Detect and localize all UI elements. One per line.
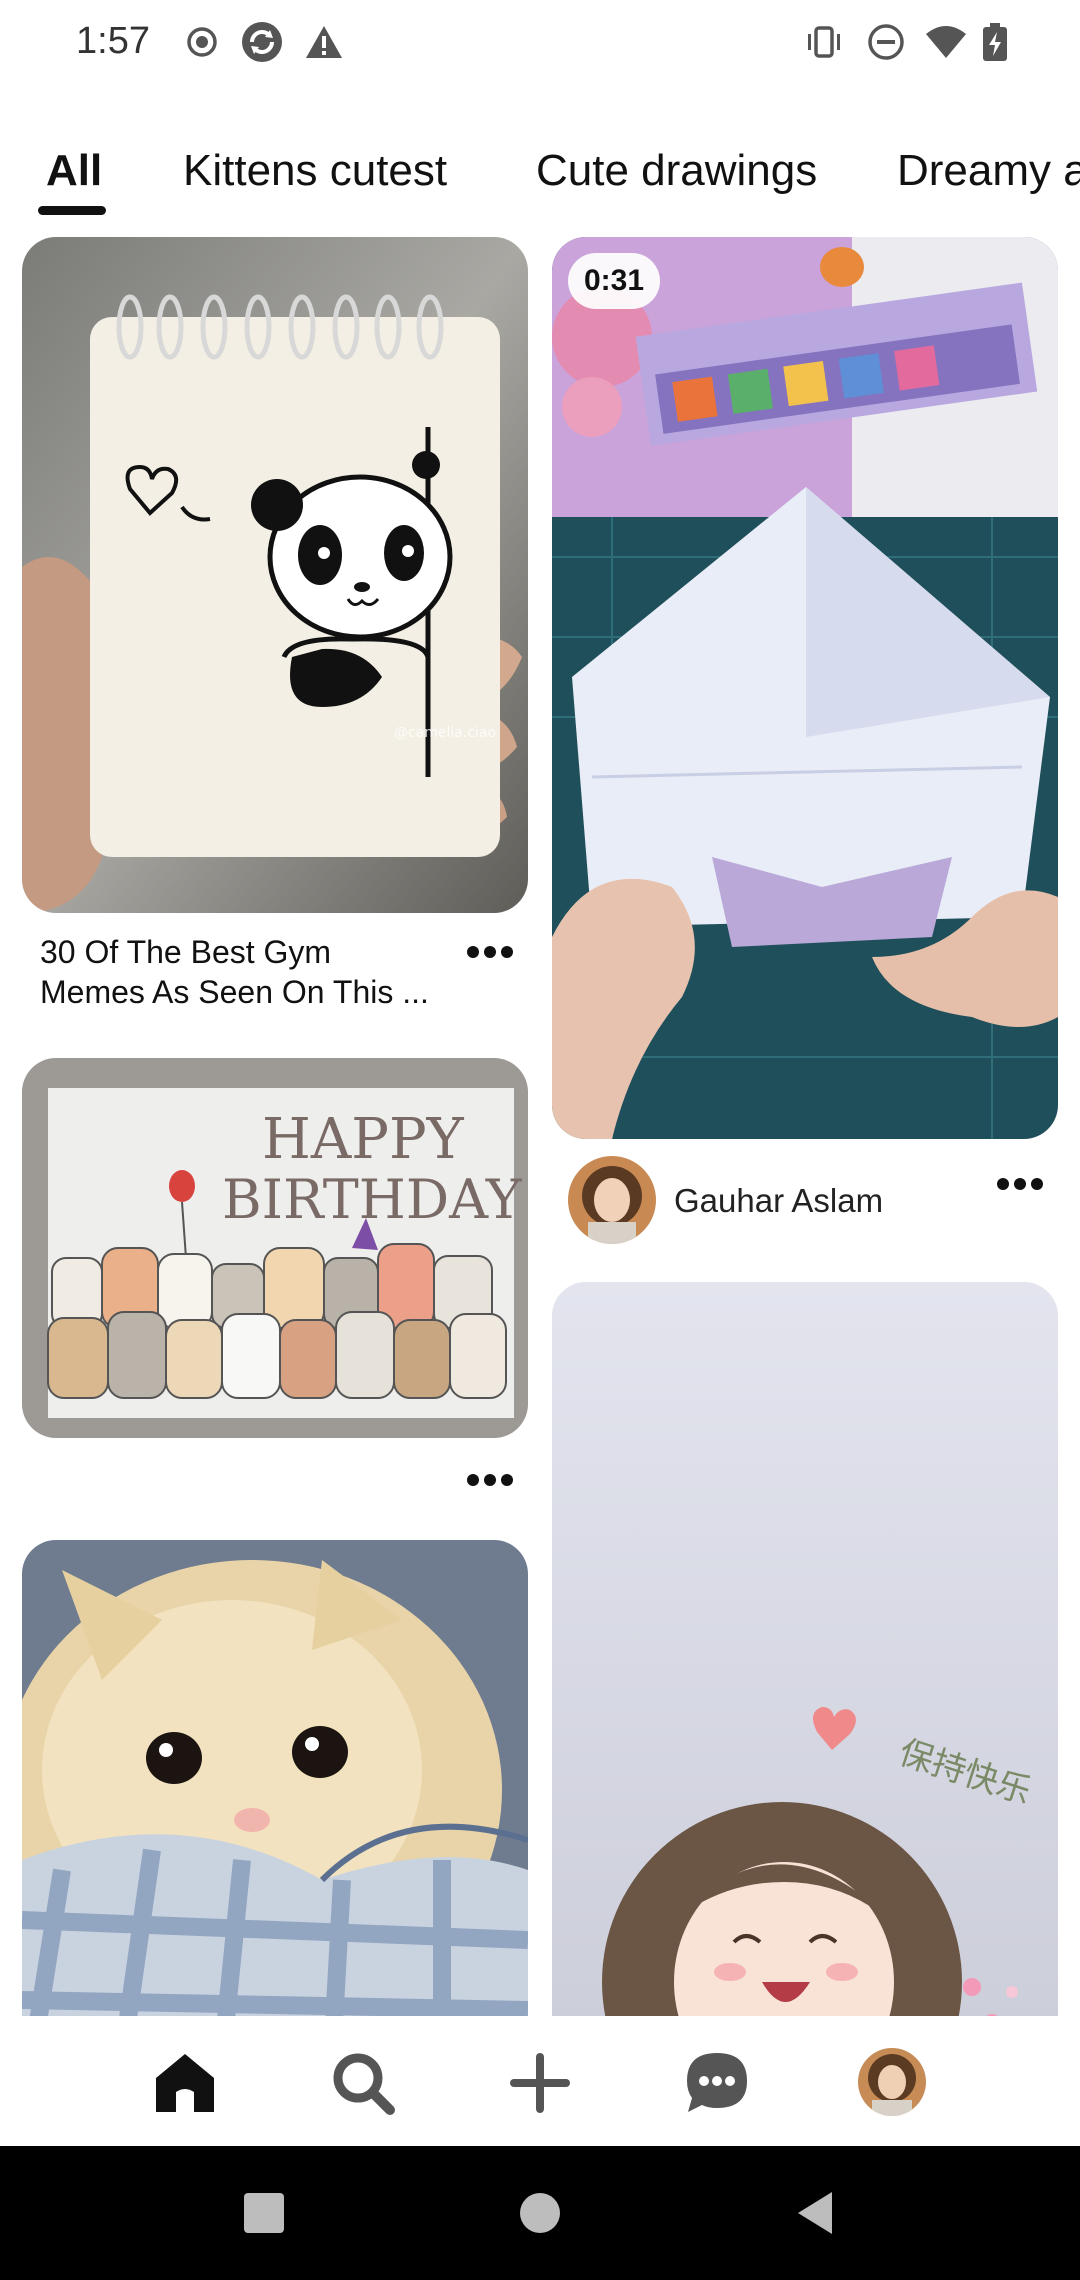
tab-cute-drawings[interactable]: Cute drawings bbox=[536, 146, 817, 196]
bottom-navigation bbox=[0, 2016, 1080, 2146]
battery-charging-icon bbox=[980, 22, 1010, 62]
status-bar: 1:57 bbox=[0, 0, 1080, 90]
active-tab-indicator bbox=[38, 206, 106, 215]
warning-icon bbox=[304, 22, 344, 62]
status-time: 1:57 bbox=[76, 20, 150, 62]
tab-dreamy[interactable]: Dreamy a bbox=[897, 146, 1080, 196]
vibrate-icon bbox=[804, 22, 844, 62]
card-text-happy: HAPPY bbox=[262, 1107, 465, 1172]
more-dots-icon bbox=[997, 1178, 1043, 1190]
pin-image-kitten[interactable] bbox=[22, 1540, 528, 2016]
home-button[interactable] bbox=[515, 2188, 565, 2238]
pin-title-line-2: Memes As Seen On This ... bbox=[40, 974, 429, 1010]
pin-title-line-1: 30 Of The Best Gym bbox=[40, 934, 332, 970]
pin-title-panda-notebook[interactable]: 30 Of The Best Gym Memes As Seen On This… bbox=[40, 932, 460, 1012]
record-icon bbox=[182, 22, 222, 62]
pin-video-paper-fold[interactable]: 0:31 bbox=[552, 237, 1058, 1139]
wifi-icon bbox=[924, 22, 968, 62]
watermark-text: @camelia.ciao bbox=[394, 725, 496, 741]
creator-avatar[interactable] bbox=[568, 1156, 656, 1244]
card-text-birthday: BIRTHDAY bbox=[222, 1168, 523, 1231]
pin-image-panda-notebook[interactable]: @camelia.ciao bbox=[22, 237, 528, 913]
tab-kittens-cutest[interactable]: Kittens cutest bbox=[183, 146, 447, 196]
board-tabs: All Kittens cutest Cute drawings Dreamy … bbox=[0, 130, 1080, 220]
home-icon[interactable] bbox=[150, 2048, 220, 2118]
pin-image-anime-girl[interactable]: 保持快乐 bbox=[552, 1282, 1058, 2016]
video-duration-badge: 0:31 bbox=[568, 253, 661, 309]
messages-icon[interactable] bbox=[682, 2048, 752, 2118]
more-options-button[interactable] bbox=[990, 1164, 1050, 1204]
system-navigation-bar bbox=[0, 2146, 1080, 2280]
recents-button[interactable] bbox=[239, 2188, 289, 2238]
do-not-disturb-icon bbox=[866, 22, 906, 62]
tab-all[interactable]: All bbox=[46, 146, 102, 196]
more-options-button[interactable] bbox=[460, 932, 520, 972]
back-button[interactable] bbox=[792, 2188, 842, 2238]
search-icon[interactable] bbox=[328, 2048, 398, 2118]
sync-icon bbox=[240, 20, 284, 64]
more-options-button[interactable] bbox=[460, 1460, 520, 1500]
creator-name[interactable]: Gauhar Aslam bbox=[674, 1182, 883, 1220]
create-icon[interactable] bbox=[505, 2048, 575, 2118]
profile-avatar[interactable] bbox=[858, 2048, 926, 2116]
pin-feed[interactable]: @camelia.ciao 30 Of The Best Gym Memes A… bbox=[0, 234, 1080, 2016]
more-dots-icon bbox=[467, 946, 513, 958]
more-dots-icon bbox=[467, 1474, 513, 1486]
pin-image-birthday-card[interactable]: HAPPY BIRTHDAY bbox=[22, 1058, 528, 1438]
